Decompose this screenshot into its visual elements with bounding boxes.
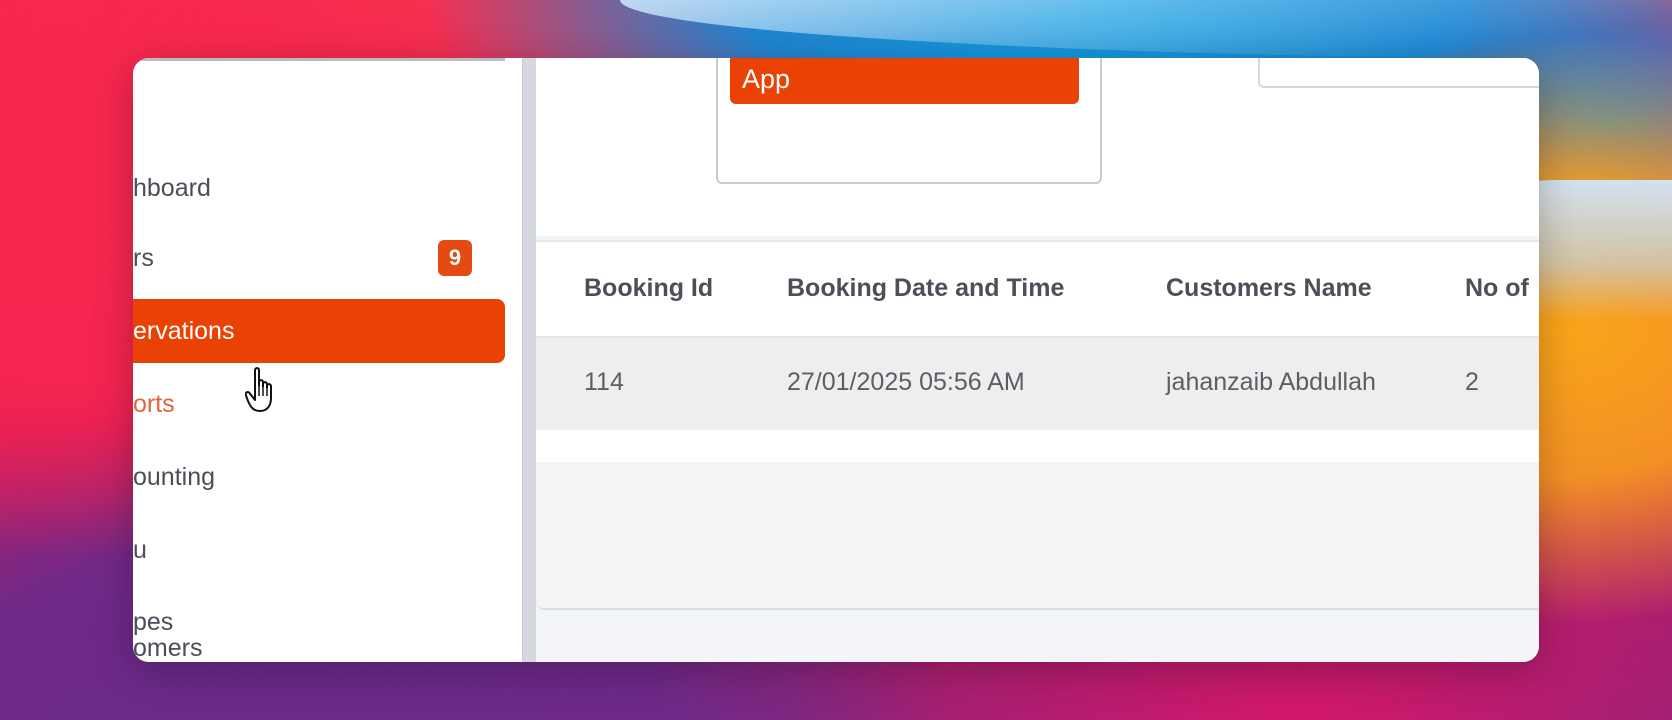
sidebar-item-customers[interactable]: omers <box>133 616 505 662</box>
sidebar-item-label: rs <box>133 243 154 272</box>
orders-count-badge: 9 <box>438 240 472 276</box>
table-row[interactable]: 114 27/01/2025 05:56 AM jahanzaib Abdull… <box>536 338 1539 430</box>
cell-no-of: 2 <box>1465 368 1479 396</box>
sidebar-item-orders[interactable]: rs 9 <box>133 226 505 290</box>
main-content: App Booking Id Booking Date and Time Cus… <box>536 58 1539 662</box>
cell-booking-date-time: 27/01/2025 05:56 AM <box>787 368 1025 396</box>
sidebar-item-reservations[interactable]: ervations <box>133 299 505 363</box>
cell-booking-id: 114 <box>584 368 624 396</box>
sidebar-item-label: omers <box>133 633 203 662</box>
sidebar-item-label: u <box>133 535 147 564</box>
hand-pointer-icon <box>245 367 272 412</box>
sidebar-item-menu[interactable]: u <box>133 518 505 582</box>
sidebar: hboard rs 9 ervations orts ounting u pes… <box>133 58 522 662</box>
sidebar-item-label: hboard <box>133 173 211 202</box>
table-spacer <box>536 430 1539 462</box>
sidebar-item-label: ounting <box>133 462 216 491</box>
sidebar-item-reports[interactable]: orts <box>133 372 505 436</box>
app-window: hboard rs 9 ervations orts ounting u pes… <box>133 58 1539 662</box>
sidebar-item-label: ervations <box>133 316 235 345</box>
header-customers-name[interactable]: Customers Name <box>1166 274 1372 303</box>
top-panel: App <box>536 58 1539 236</box>
reservations-table-panel: Booking Id Booking Date and Time Custome… <box>536 240 1539 610</box>
wallpaper-highlight <box>620 0 1672 60</box>
table-header: Booking Id Booking Date and Time Custome… <box>536 242 1539 338</box>
header-booking-id[interactable]: Booking Id <box>584 274 713 303</box>
sidebar-item-accounting[interactable]: ounting <box>133 445 505 509</box>
header-no-of[interactable]: No of <box>1465 274 1529 303</box>
cell-customers-name: jahanzaib Abdullah <box>1166 368 1376 396</box>
sidebar-scrollbar[interactable] <box>522 58 537 662</box>
sidebar-divider <box>133 58 505 61</box>
app-button[interactable]: App <box>730 58 1079 104</box>
search-box[interactable] <box>1258 58 1539 88</box>
header-booking-date-time[interactable]: Booking Date and Time <box>787 274 1064 303</box>
sidebar-item-dashboard[interactable]: hboard <box>133 156 505 220</box>
app-card: App <box>716 58 1102 184</box>
sidebar-item-label: orts <box>133 389 175 418</box>
reservations-table: Booking Id Booking Date and Time Custome… <box>536 242 1539 462</box>
